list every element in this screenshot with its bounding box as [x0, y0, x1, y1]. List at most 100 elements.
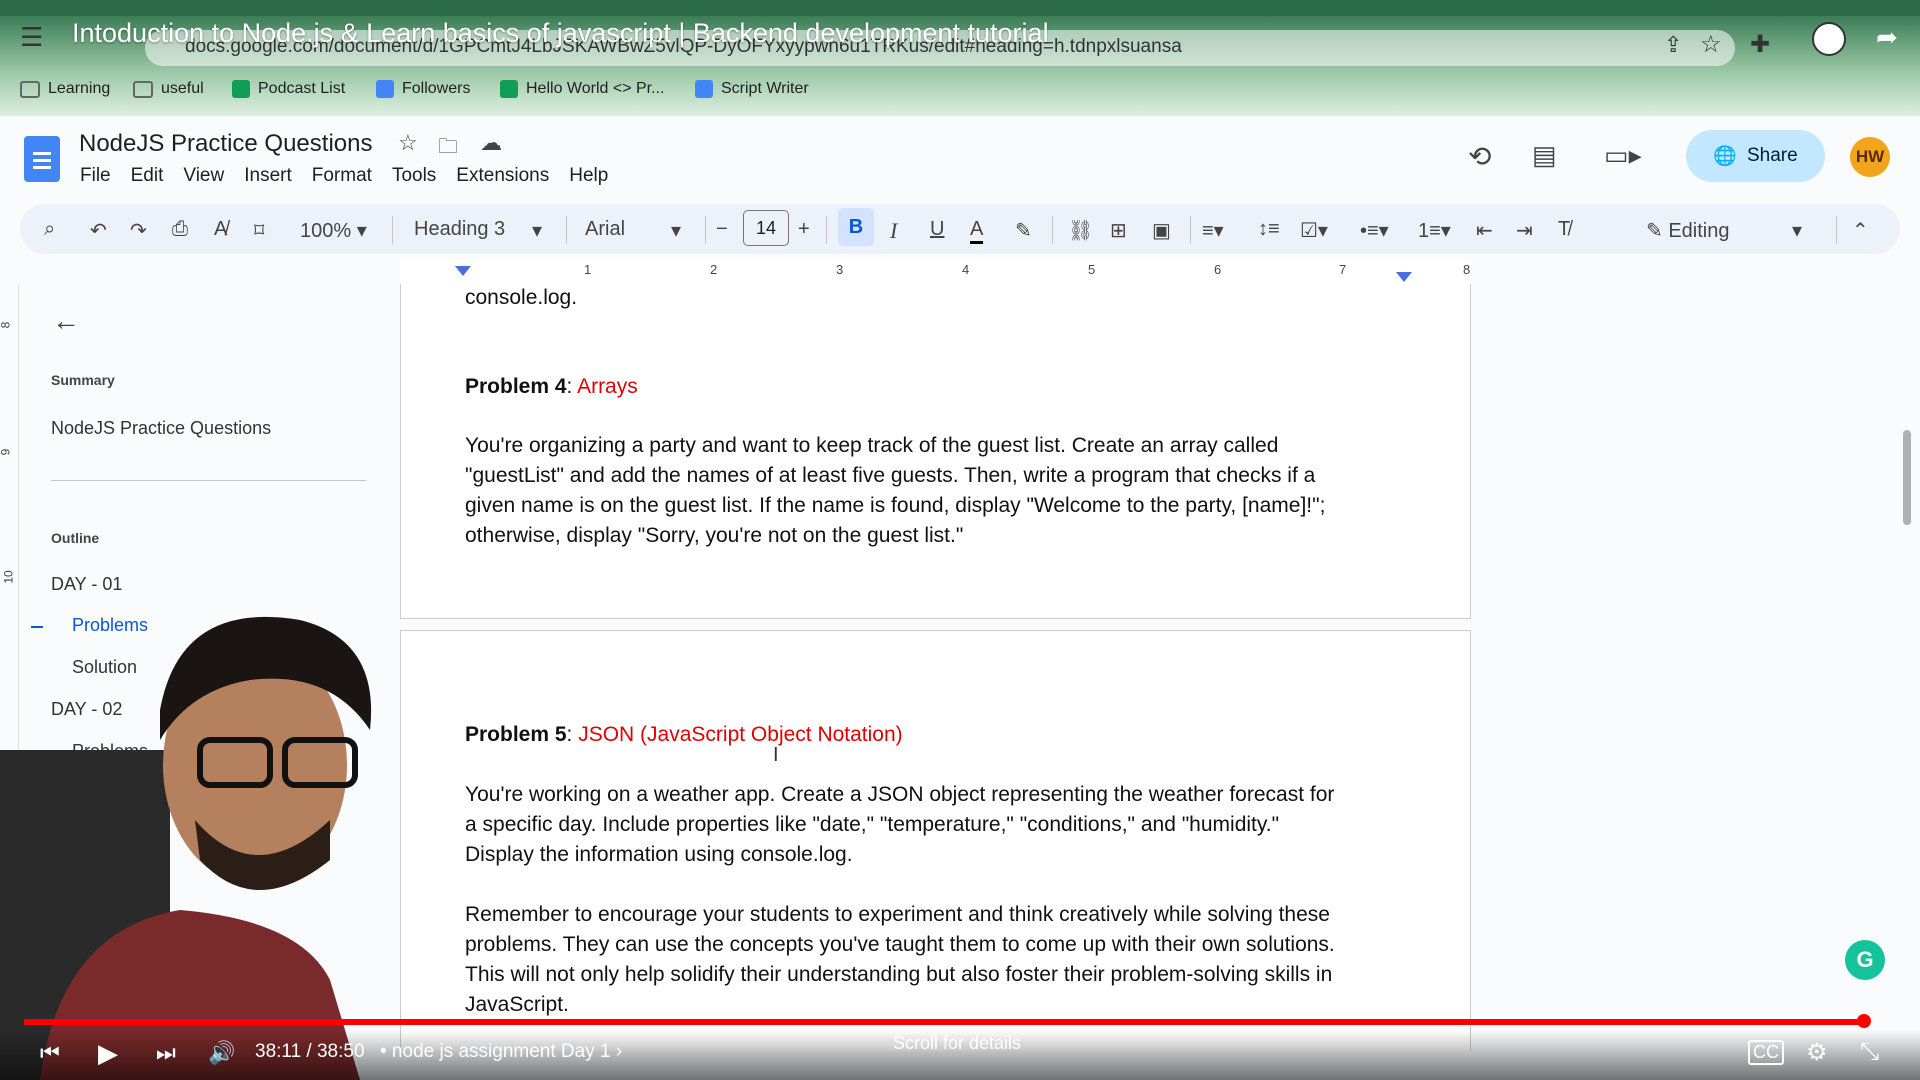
clock-icon[interactable]: [1812, 22, 1846, 56]
menu-help[interactable]: Help: [569, 165, 608, 187]
line-spacing-icon[interactable]: ↕≡: [1258, 218, 1280, 241]
ruler-number: 1: [584, 262, 592, 277]
extensions-icon[interactable]: ✚: [1750, 30, 1770, 59]
meet-camera-icon[interactable]: ▭▸: [1604, 140, 1642, 171]
menu-file[interactable]: File: [80, 165, 111, 187]
redo-icon[interactable]: ↷: [130, 218, 147, 243]
ruler-number: 3: [836, 262, 844, 277]
next-video-icon[interactable]: ⏭: [156, 1040, 176, 1066]
ruler-number: 5: [1088, 262, 1096, 277]
undo-icon[interactable]: ↶: [90, 218, 107, 243]
ruler-number: 7: [1339, 262, 1347, 277]
share-arrow-icon[interactable]: ➦: [1876, 22, 1898, 53]
comments-icon[interactable]: ▤: [1532, 140, 1557, 171]
font-size-input[interactable]: 14: [743, 210, 789, 246]
menu-edit[interactable]: Edit: [131, 165, 164, 187]
bookmark-hello-world[interactable]: Hello World <> Pr...: [500, 80, 664, 98]
checklist-icon[interactable]: ☑▾: [1300, 218, 1328, 243]
underline-button[interactable]: U: [930, 218, 944, 241]
problem-5-body: You're working on a weather app. Create …: [465, 783, 1335, 866]
increase-indent-icon[interactable]: ⇥: [1516, 218, 1533, 243]
document-title[interactable]: NodeJS Practice Questions: [79, 130, 372, 158]
highlight-color-icon[interactable]: ✎: [1015, 218, 1032, 243]
previous-video-icon[interactable]: ⏮: [40, 1040, 60, 1066]
italic-button[interactable]: I: [890, 218, 897, 244]
insert-link-icon[interactable]: ⛓: [1068, 218, 1093, 243]
scroll-for-details-hint[interactable]: Scroll for details: [893, 1033, 1021, 1054]
insert-image-icon[interactable]: ▣: [1152, 218, 1171, 243]
decrease-font-size-icon[interactable]: −: [716, 218, 728, 241]
menu-tools[interactable]: Tools: [392, 165, 436, 187]
bold-button[interactable]: B: [838, 208, 874, 246]
closing-paragraph: Remember to encourage your students to e…: [465, 903, 1335, 1016]
menu-insert[interactable]: Insert: [244, 165, 292, 187]
bulleted-list-icon[interactable]: •≡▾: [1360, 218, 1389, 243]
ruler-number: 8: [1463, 262, 1471, 277]
ruler-number: 8: [0, 322, 12, 329]
bookmark-podcast-list[interactable]: Podcast List: [232, 80, 345, 98]
text-cursor-icon: I: [773, 744, 779, 766]
font-select[interactable]: Arial ▾: [585, 218, 685, 242]
toolbar-divider: [1836, 216, 1837, 244]
video-scrubber-handle[interactable]: [1857, 1014, 1871, 1028]
star-icon[interactable]: ☆: [398, 130, 418, 156]
chevron-up-icon[interactable]: ⌃: [1852, 218, 1869, 243]
bookmark-script-writer[interactable]: Script Writer: [695, 80, 809, 98]
paint-format-icon[interactable]: ⌑: [254, 218, 264, 243]
bookmark-learning[interactable]: Learning: [20, 80, 110, 98]
document-scrollbar[interactable]: [1903, 430, 1911, 525]
move-folder-icon[interactable]: 🗀: [438, 132, 458, 166]
video-time: 38:11 / 38:50: [255, 1041, 365, 1062]
settings-gear-icon[interactable]: ⚙: [1806, 1038, 1828, 1067]
right-indent-marker[interactable]: [1396, 272, 1412, 282]
align-icon[interactable]: ≡▾: [1202, 218, 1224, 243]
version-history-icon[interactable]: ⟲: [1468, 140, 1491, 173]
left-indent-marker[interactable]: [455, 266, 471, 276]
share-page-icon[interactable]: ⇪: [1664, 32, 1682, 58]
add-comment-icon[interactable]: ⊞: [1110, 218, 1127, 243]
menu-format[interactable]: Format: [312, 165, 372, 187]
print-icon[interactable]: ⎙: [172, 218, 188, 241]
bookmark-followers[interactable]: Followers: [376, 80, 470, 98]
toolbar-divider: [1190, 216, 1191, 244]
google-docs-logo-icon[interactable]: [24, 136, 60, 182]
play-icon[interactable]: ▶: [98, 1038, 118, 1069]
zoom-select[interactable]: 100% ▾: [300, 218, 367, 243]
star-icon[interactable]: ☆: [1700, 30, 1722, 59]
menu-view[interactable]: View: [183, 165, 224, 187]
share-button[interactable]: 🌐 Share: [1686, 130, 1825, 182]
grammarly-icon[interactable]: G: [1845, 940, 1885, 980]
toolbar-divider: [1052, 216, 1053, 244]
avatar[interactable]: HW: [1850, 137, 1890, 177]
problem-4-body: You're organizing a party and want to ke…: [465, 434, 1326, 547]
numbered-list-icon[interactable]: 1≡▾: [1418, 218, 1451, 243]
menu-extensions[interactable]: Extensions: [456, 165, 549, 187]
menu-icon[interactable]: ☰: [20, 22, 43, 53]
ruler-number: 10: [1, 570, 16, 584]
cloud-status-icon[interactable]: ☁: [480, 130, 502, 156]
spellcheck-icon[interactable]: A̸: [214, 218, 227, 241]
sidebar-divider: [51, 480, 366, 481]
style-select[interactable]: Heading 3 ▾: [414, 218, 544, 242]
text-color-icon[interactable]: A: [970, 218, 984, 244]
video-title: Intoduction to Node.js & Learn basics of…: [72, 18, 1049, 48]
horizontal-ruler[interactable]: [400, 260, 1470, 285]
paragraph-text: console.log.: [465, 286, 578, 309]
video-progress-bar[interactable]: [24, 1019, 1864, 1025]
back-arrow-icon[interactable]: ←: [52, 305, 80, 337]
globe-icon: 🌐: [1713, 146, 1737, 167]
search-menus-icon[interactable]: ⌕: [44, 218, 55, 241]
bookmark-useful[interactable]: useful: [133, 80, 204, 98]
summary-text: NodeJS Practice Questions: [51, 418, 272, 438]
chapter-link[interactable]: • node js assignment Day 1 ›: [380, 1041, 622, 1063]
ruler-number: 9: [0, 449, 12, 456]
folder-icon: [133, 80, 153, 98]
captions-icon[interactable]: CC: [1748, 1040, 1784, 1065]
increase-font-size-icon[interactable]: +: [798, 218, 810, 241]
volume-icon[interactable]: 🔊: [208, 1040, 235, 1066]
editing-mode-select[interactable]: ✎ Editing ▾: [1646, 218, 1806, 243]
outline-item-day-01[interactable]: DAY - 01: [51, 574, 122, 595]
exit-fullscreen-icon[interactable]: ⤡: [1860, 1038, 1879, 1066]
clear-formatting-icon[interactable]: T̸: [1558, 218, 1570, 241]
decrease-indent-icon[interactable]: ⇤: [1476, 218, 1493, 243]
